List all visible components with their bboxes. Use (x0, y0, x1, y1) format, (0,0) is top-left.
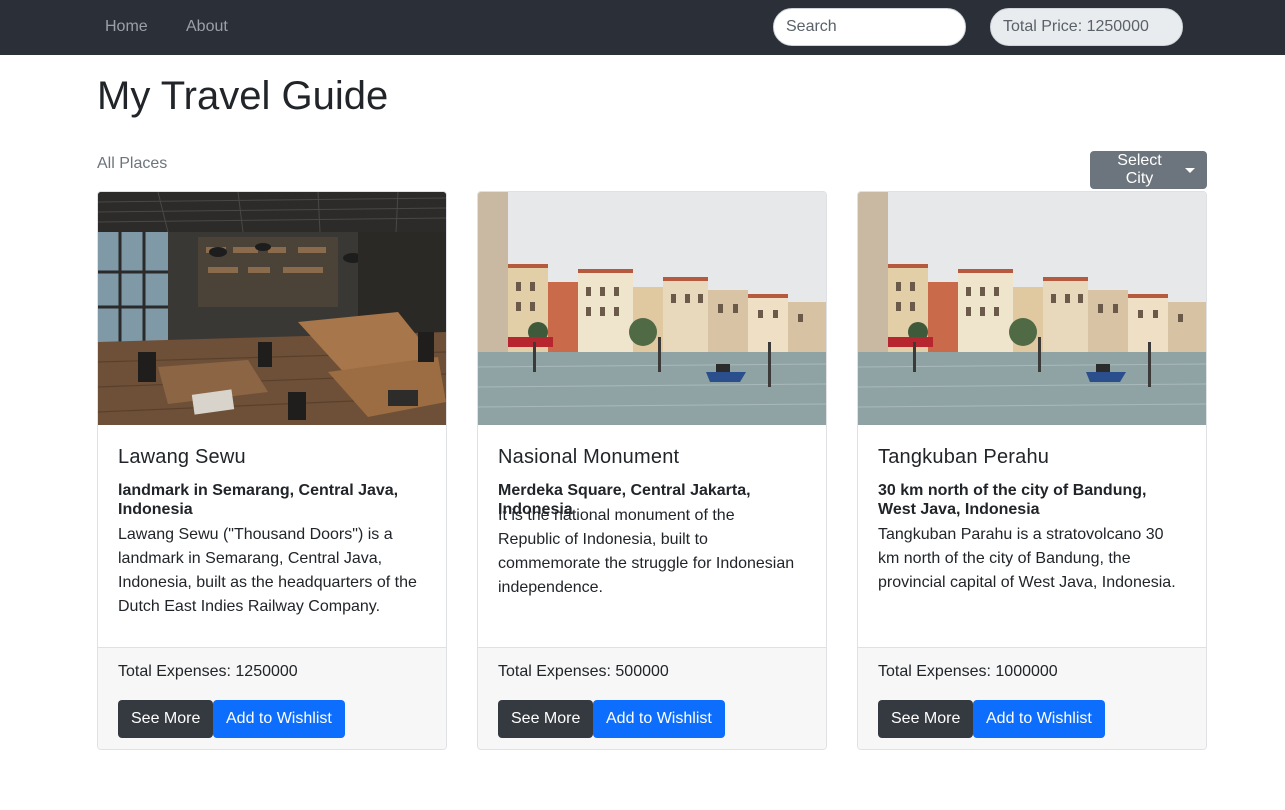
card-footer: Total Expenses: 500000 See More Add to W… (478, 647, 826, 749)
place-image-canal-city (858, 192, 1206, 425)
total-price-display: Total Price: 1250000 (990, 8, 1183, 46)
select-city-dropdown[interactable]: Select City (1090, 151, 1207, 189)
place-image-cafe-interior (98, 192, 446, 425)
card-subtitle: landmark in Semarang, Central Java, Indo… (118, 482, 399, 518)
card-footer: Total Expenses: 1250000 See More Add to … (98, 647, 446, 749)
card-title: Tangkuban Perahu (878, 446, 1050, 468)
place-image-canal-city (478, 192, 826, 425)
card-title: Nasional Monument (498, 446, 680, 468)
place-card: Tangkuban Perahu 30 km north of the city… (857, 191, 1207, 750)
card-title: Lawang Sewu (118, 446, 246, 468)
card-footer: Total Expenses: 1000000 See More Add to … (858, 647, 1206, 749)
see-more-button[interactable]: See More (118, 700, 214, 738)
page-title: My Travel Guide (97, 74, 389, 118)
add-to-wishlist-button[interactable]: Add to Wishlist (213, 700, 345, 738)
card-description: Lawang Sewu ("Thousand Doors") is a land… (118, 526, 417, 615)
nav-link-home[interactable]: Home (105, 17, 148, 37)
see-more-button[interactable]: See More (498, 700, 594, 738)
card-expenses: Total Expenses: 1250000 (118, 663, 298, 680)
card-description: Tangkuban Parahu is a stratovolcano 30 k… (878, 526, 1176, 591)
nav-link-about[interactable]: About (186, 17, 228, 37)
add-to-wishlist-button[interactable]: Add to Wishlist (973, 700, 1105, 738)
section-label: All Places (97, 155, 168, 172)
place-card: Nasional Monument Merdeka Square, Centra… (477, 191, 827, 750)
select-city-label: Select City (1117, 152, 1162, 187)
card-expenses: Total Expenses: 1000000 (878, 663, 1058, 680)
add-to-wishlist-button[interactable]: Add to Wishlist (593, 700, 725, 738)
card-description: It is the national monument of the Repub… (498, 507, 795, 596)
search-input[interactable] (773, 8, 966, 46)
card-expenses: Total Expenses: 500000 (498, 663, 669, 680)
navbar: Home About Total Price: 1250000 (0, 0, 1285, 55)
see-more-button[interactable]: See More (878, 700, 974, 738)
card-subtitle: 30 km north of the city of Bandung, West… (878, 482, 1147, 518)
caret-down-icon (1185, 167, 1195, 173)
place-card: Lawang Sewu landmark in Semarang, Centra… (97, 191, 447, 750)
